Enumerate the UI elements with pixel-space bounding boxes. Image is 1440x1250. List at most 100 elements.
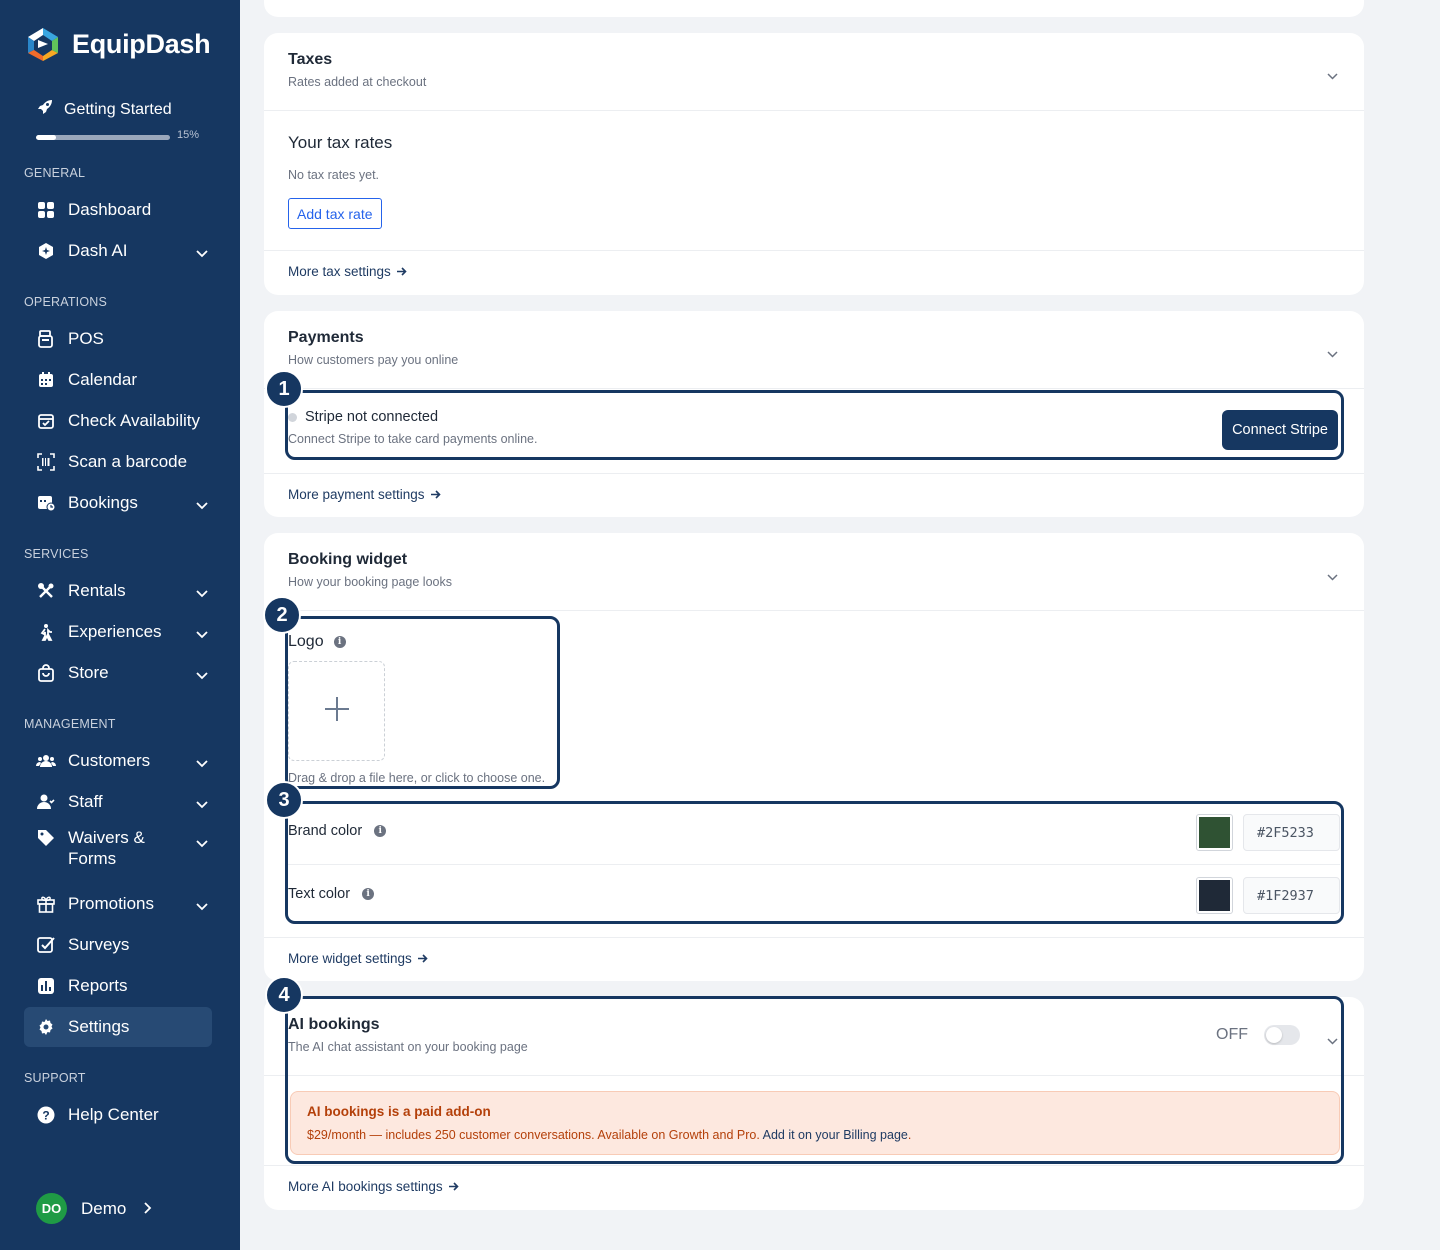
chevron-down-icon [196, 794, 208, 814]
section-general: GENERAL [24, 166, 86, 180]
arrow-right-icon [448, 1179, 459, 1194]
chevron-down-icon [196, 624, 208, 644]
sidebar-item-check-availability[interactable]: Check Availability [24, 401, 212, 441]
taxes-title: Taxes [288, 51, 333, 68]
tax-rates-title: Your tax rates [288, 133, 393, 152]
sidebar-item-experiences[interactable]: Experiences [24, 612, 212, 652]
section-management: MANAGEMENT [24, 717, 116, 731]
arrow-right-icon [396, 264, 407, 279]
sidebar-item-dashboard[interactable]: Dashboard [24, 190, 212, 230]
annotation-badge: 3 [265, 781, 303, 819]
sidebar-item-rentals[interactable]: Rentals [24, 571, 212, 611]
sidebar-item-customers[interactable]: Customers [24, 741, 212, 781]
barcode-scan-icon [36, 452, 56, 472]
sidebar-item-settings[interactable]: Settings [24, 1007, 212, 1047]
sidebar-item-label: Surveys [68, 935, 130, 954]
sidebar-item-label: Rentals [68, 581, 126, 600]
divider [264, 250, 1364, 251]
highlight-colors [285, 801, 1344, 924]
sidebar-item-pos[interactable]: POS [24, 319, 212, 359]
more-widget-settings-label: More widget settings [288, 951, 412, 966]
rocket-icon [36, 98, 54, 121]
add-tax-rate-button[interactable]: Add tax rate [288, 198, 382, 229]
sidebar-item-reports[interactable]: Reports [24, 966, 212, 1006]
calendar-check-icon [36, 411, 56, 431]
staff-icon [36, 792, 56, 812]
taxes-header[interactable]: Taxes Rates added at checkout [288, 51, 426, 89]
payments-header[interactable]: Payments How customers pay you online [288, 329, 458, 367]
widget-subtitle: How your booking page looks [288, 575, 452, 589]
more-ai-settings-label: More AI bookings settings [288, 1179, 443, 1194]
widget-title: Booking widget [288, 551, 408, 568]
grid-icon [36, 200, 56, 220]
brand-name: EquipDash [72, 28, 211, 59]
arrow-right-icon [417, 951, 428, 966]
chevron-down-icon [196, 665, 208, 685]
chevron-down-icon [196, 896, 208, 916]
sidebar-item-bookings[interactable]: Bookings [24, 483, 212, 523]
calendar-icon [36, 370, 56, 390]
divider [264, 473, 1364, 474]
section-operations: OPERATIONS [24, 295, 108, 309]
user-name: Demo [81, 1198, 127, 1218]
sidebar-item-label: Check Availability [68, 411, 200, 430]
sidebar-item-label: Store [68, 663, 109, 682]
section-services: SERVICES [24, 547, 89, 561]
sidebar-item-label: Customers [68, 751, 151, 770]
arrow-right-icon [430, 487, 441, 502]
user-menu[interactable]: DO Demo [36, 1193, 152, 1224]
sidebar-item-label: Help Center [68, 1105, 159, 1124]
chevron-down-icon [196, 243, 208, 263]
highlight-stripe [285, 390, 1344, 460]
more-widget-settings-link[interactable]: More widget settings [288, 951, 428, 966]
waivers-label-line2: Forms [68, 849, 117, 868]
taxes-card: Taxes Rates added at checkout Your tax r… [264, 33, 1364, 295]
chevron-right-icon [144, 1199, 152, 1219]
chevron-down-icon[interactable] [1327, 67, 1338, 85]
sidebar-item-waivers-forms[interactable]: Waivers & Forms [24, 823, 212, 875]
previous-card [264, 0, 1364, 17]
more-tax-settings-link[interactable]: More tax settings [288, 264, 407, 279]
chevron-down-icon [196, 833, 208, 853]
more-ai-settings-link[interactable]: More AI bookings settings [288, 1179, 459, 1194]
sidebar-item-label: Reports [68, 976, 128, 995]
taxes-subtitle: Rates added at checkout [288, 75, 427, 89]
tools-icon [36, 581, 56, 601]
question-circle-icon: ? [36, 1105, 56, 1125]
getting-started[interactable]: Getting Started 15% [36, 98, 216, 141]
highlight-ai-bookings [285, 996, 1344, 1164]
sidebar-item-dash-ai[interactable]: Dash AI [24, 231, 212, 271]
sidebar-item-surveys[interactable]: Surveys [24, 925, 212, 965]
sidebar-item-label: Promotions [68, 894, 154, 913]
users-icon [36, 751, 56, 771]
gear-icon [36, 1017, 56, 1037]
sidebar-item-help-center[interactable]: ? Help Center [24, 1095, 212, 1135]
divider [264, 937, 1364, 938]
divider [264, 110, 1364, 111]
avatar: DO [36, 1193, 67, 1224]
waivers-label-line1: Waivers & [68, 828, 145, 847]
bar-chart-icon [36, 976, 56, 996]
highlight-logo [285, 616, 560, 789]
sidebar-item-calendar[interactable]: Calendar [24, 360, 212, 400]
brand-logo[interactable]: EquipDash [24, 26, 211, 62]
sidebar-item-label: Calendar [68, 370, 137, 389]
sidebar-item-staff[interactable]: Staff [24, 782, 212, 822]
widget-header[interactable]: Booking widget How your booking page loo… [288, 551, 452, 589]
getting-started-percent: 15% [177, 129, 200, 141]
getting-started-progress [36, 135, 170, 140]
payments-title: Payments [288, 329, 364, 346]
sidebar-item-label: Experiences [68, 622, 162, 641]
gift-icon [36, 894, 56, 914]
sidebar-item-promotions[interactable]: Promotions [24, 884, 212, 924]
chevron-down-icon[interactable] [1327, 345, 1338, 363]
sidebar-item-scan-barcode[interactable]: Scan a barcode [24, 442, 212, 482]
sidebar-item-store[interactable]: Store [24, 653, 212, 693]
hiker-icon [36, 622, 56, 642]
more-payment-settings-link[interactable]: More payment settings [288, 487, 441, 502]
chevron-down-icon[interactable] [1327, 568, 1338, 586]
sidebar-item-label: Bookings [68, 493, 138, 512]
tag-icon [36, 828, 56, 848]
svg-text:?: ? [42, 1109, 49, 1123]
sidebar-item-label: Dash AI [68, 241, 128, 260]
